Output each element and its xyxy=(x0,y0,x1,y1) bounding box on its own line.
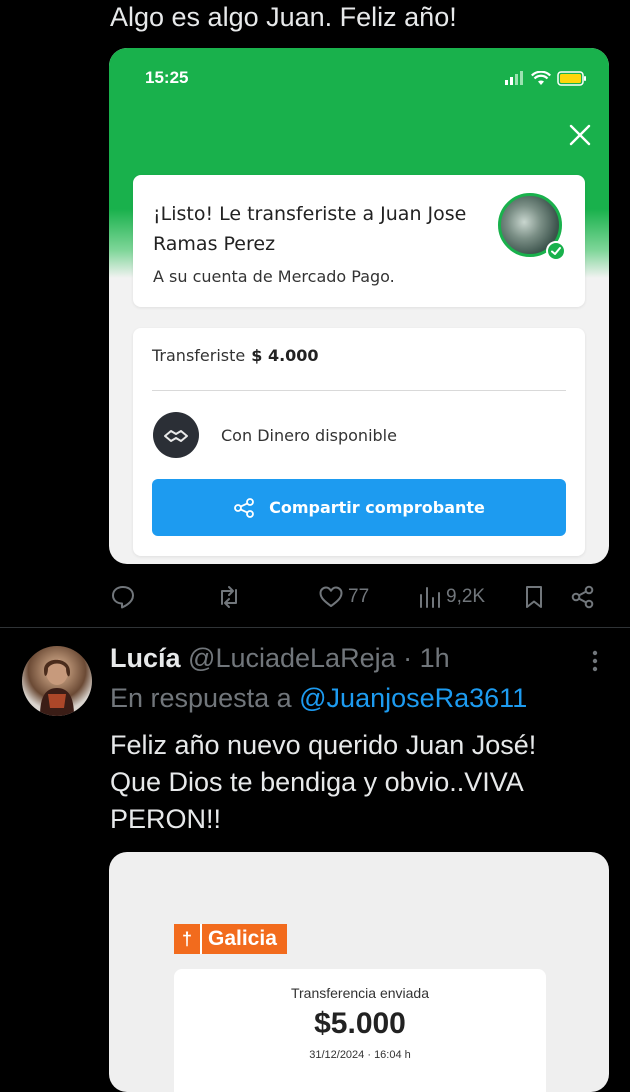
heart-icon xyxy=(319,586,343,607)
close-icon[interactable] xyxy=(567,122,593,148)
retweet-button[interactable] xyxy=(216,584,242,610)
wifi-icon xyxy=(531,70,551,85)
tweet-image-mercadopago[interactable]: 15:25 ¡Listo! Le transferiste a Juan Jos… xyxy=(109,48,609,564)
cross-icon: † xyxy=(174,924,202,954)
divider xyxy=(152,390,566,391)
like-button[interactable]: 77 xyxy=(318,584,369,610)
status-time: 15:25 xyxy=(145,68,189,87)
reply-to-handle[interactable]: @JuanjoseRa3611 xyxy=(299,683,527,713)
signal-icon xyxy=(505,71,523,85)
display-name[interactable]: Lucía xyxy=(110,643,181,673)
transfer-details-panel: Transferiste $ 4.000 Con Dinero disponibl… xyxy=(133,328,585,556)
bank-name: Galicia xyxy=(208,927,277,950)
separator-dot: · xyxy=(403,643,413,673)
reply-context: En respuesta a @JuanjoseRa3611 xyxy=(110,683,527,714)
verified-check-icon xyxy=(546,241,566,261)
more-options-icon[interactable] xyxy=(588,649,602,673)
tweet-text: Algo es algo Juan. Feliz año! xyxy=(110,2,457,32)
tweet-image-galicia[interactable]: † Galicia Transferencia enviada $5.000 3… xyxy=(109,852,609,1092)
payment-method-label: Con Dinero disponible xyxy=(221,426,397,445)
transfer-date: 31/12/2024 · 16:04 h xyxy=(309,1049,411,1061)
success-panel: ¡Listo! Le transferiste a Juan Jose Rama… xyxy=(133,175,585,307)
tweet-header: Lucía @LuciadeLaReja · 1h xyxy=(110,643,450,674)
timestamp[interactable]: 1h xyxy=(420,643,450,673)
galicia-logo: † Galicia xyxy=(174,924,287,954)
amount-label: Transferiste xyxy=(152,346,246,365)
view-count: 9,2K xyxy=(446,586,486,607)
retweet-icon xyxy=(221,586,237,608)
handshake-icon xyxy=(153,412,199,458)
bookmark-icon xyxy=(526,586,542,608)
bookmark-button[interactable] xyxy=(523,584,545,610)
reply-icon xyxy=(112,586,134,609)
share-icon xyxy=(571,585,594,609)
battery-icon xyxy=(557,70,586,86)
success-title: ¡Listo! Le transferiste a Juan Jose Rama… xyxy=(153,203,467,255)
amount-row: Transferiste $ 4.000 xyxy=(152,346,319,365)
share-receipt-button[interactable]: Compartir comprobante xyxy=(152,479,566,536)
share-receipt-label: Compartir comprobante xyxy=(269,498,485,517)
share-icon xyxy=(234,497,255,518)
success-subtitle: A su cuenta de Mercado Pago. xyxy=(153,267,395,286)
reply-button[interactable] xyxy=(110,584,136,610)
reply-prefix: En respuesta a xyxy=(110,683,292,713)
share-button[interactable] xyxy=(570,584,596,610)
like-count: 77 xyxy=(348,586,370,607)
transfer-status-label: Transferencia enviada xyxy=(290,985,429,1001)
avatar[interactable] xyxy=(22,646,92,716)
tweet-text: Feliz año nuevo querido Juan José! Que D… xyxy=(110,730,537,834)
username[interactable]: @LuciadeLaReja xyxy=(188,643,396,673)
tweet-divider xyxy=(0,627,630,628)
amount-value: $ 4.000 xyxy=(251,346,319,365)
transfer-amount: $5.000 xyxy=(314,1007,406,1040)
transfer-receipt-panel: Transferencia enviada $5.000 31/12/2024 … xyxy=(174,969,546,1092)
status-icons xyxy=(505,70,587,86)
views-button[interactable]: 9,2K xyxy=(418,584,485,610)
views-icon xyxy=(420,587,440,608)
